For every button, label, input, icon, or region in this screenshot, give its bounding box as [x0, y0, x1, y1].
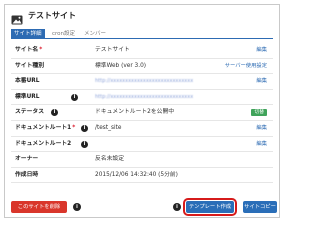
delete-site-button[interactable]: このサイトを削除	[11, 201, 67, 213]
row-label: ドキュメントルート1*	[15, 124, 76, 131]
info-icon[interactable]: i	[173, 203, 181, 211]
row-label: サイト名*	[15, 47, 43, 53]
row-label: サイト種別	[15, 62, 44, 69]
panel-header: テストサイト	[5, 5, 279, 25]
copy-site-button[interactable]: サイトコピー	[243, 201, 277, 213]
page-title: テストサイト	[28, 10, 76, 20]
row-label: 作成日時	[15, 171, 39, 178]
switch-button[interactable]: 切替	[251, 109, 267, 117]
tab-site-detail[interactable]: サイト詳細	[11, 29, 45, 39]
image-icon	[11, 10, 23, 25]
row-docroot-1: ドキュメントルート1* i /test_site 編集	[11, 121, 273, 137]
row-label: ドキュメントルート2	[15, 140, 72, 147]
edit-docroot-2-link[interactable]: 編集	[256, 137, 267, 152]
create-template-button[interactable]: テンプレート作成	[183, 198, 237, 216]
row-main-url: 本番URL http://xxxxxxxxxxxxxxxxxxxxxxxxxxx…	[11, 74, 273, 90]
required-mark: *	[72, 124, 76, 131]
tab-members[interactable]: メンバー	[81, 29, 109, 39]
tab-cron-settings[interactable]: cron設定	[49, 29, 78, 39]
created-at-value: 2015/12/06 14:32:40 (5分前)	[95, 171, 178, 178]
info-icon[interactable]: i	[81, 140, 88, 148]
standard-url-value[interactable]: http://xxxxxxxxxxxxxxxxxxxxxxxxxxxx	[95, 90, 193, 105]
info-icon[interactable]: i	[73, 203, 81, 211]
detail-table: サイト名* テストサイト 編集 サイト種別 標準Web (ver 3.0) サー…	[11, 43, 273, 184]
main-url-value[interactable]: http://xxxxxxxxxxxxxxxxxxxxxxxxxxxx	[95, 74, 193, 89]
info-icon[interactable]: i	[81, 124, 88, 132]
row-owner: オーナー 反名未設定	[11, 152, 273, 168]
row-label: 本番URL	[15, 78, 40, 85]
row-created-at: 作成日時 2015/12/06 14:32:40 (5分前)	[11, 168, 273, 184]
info-icon[interactable]: i	[71, 93, 78, 101]
tab-bar: サイト詳細 cron設定 メンバー	[11, 29, 273, 39]
edit-docroot-1-link[interactable]: 編集	[256, 121, 267, 136]
action-bar: このサイトを削除 i i テンプレート作成 サイトコピー	[11, 198, 277, 216]
row-label: オーナー	[15, 156, 39, 163]
docroot-1-value: /test_site	[95, 124, 122, 131]
row-site-type: サイト種別 標準Web (ver 3.0) サーバー使用設定	[11, 59, 273, 75]
site-name-value: テストサイト	[95, 47, 130, 53]
row-docroot-2: ドキュメントルート2 i 編集	[11, 137, 273, 153]
required-mark: *	[39, 47, 43, 53]
site-type-value: 標準Web (ver 3.0)	[95, 62, 147, 69]
row-label: ステータス	[15, 109, 44, 116]
site-detail-panel: テストサイト サイト詳細 cron設定 メンバー サイト名* テストサイト 編集…	[4, 4, 280, 218]
row-site-name: サイト名* テストサイト 編集	[11, 43, 273, 59]
edit-site-name-link[interactable]: 編集	[256, 43, 267, 58]
status-value: ドキュメントルート2を公開中	[95, 109, 175, 116]
edit-main-url-link[interactable]: 編集	[256, 74, 267, 89]
row-status: ステータス i ドキュメントルート2を公開中 切替	[11, 105, 273, 121]
info-icon[interactable]: i	[51, 109, 58, 117]
owner-value: 反名未設定	[95, 156, 124, 163]
server-usage-settings-link[interactable]: サーバー使用設定	[225, 59, 267, 74]
row-standard-url: 標準URL i http://xxxxxxxxxxxxxxxxxxxxxxxxx…	[11, 90, 273, 106]
row-label: 標準URL	[15, 93, 40, 100]
